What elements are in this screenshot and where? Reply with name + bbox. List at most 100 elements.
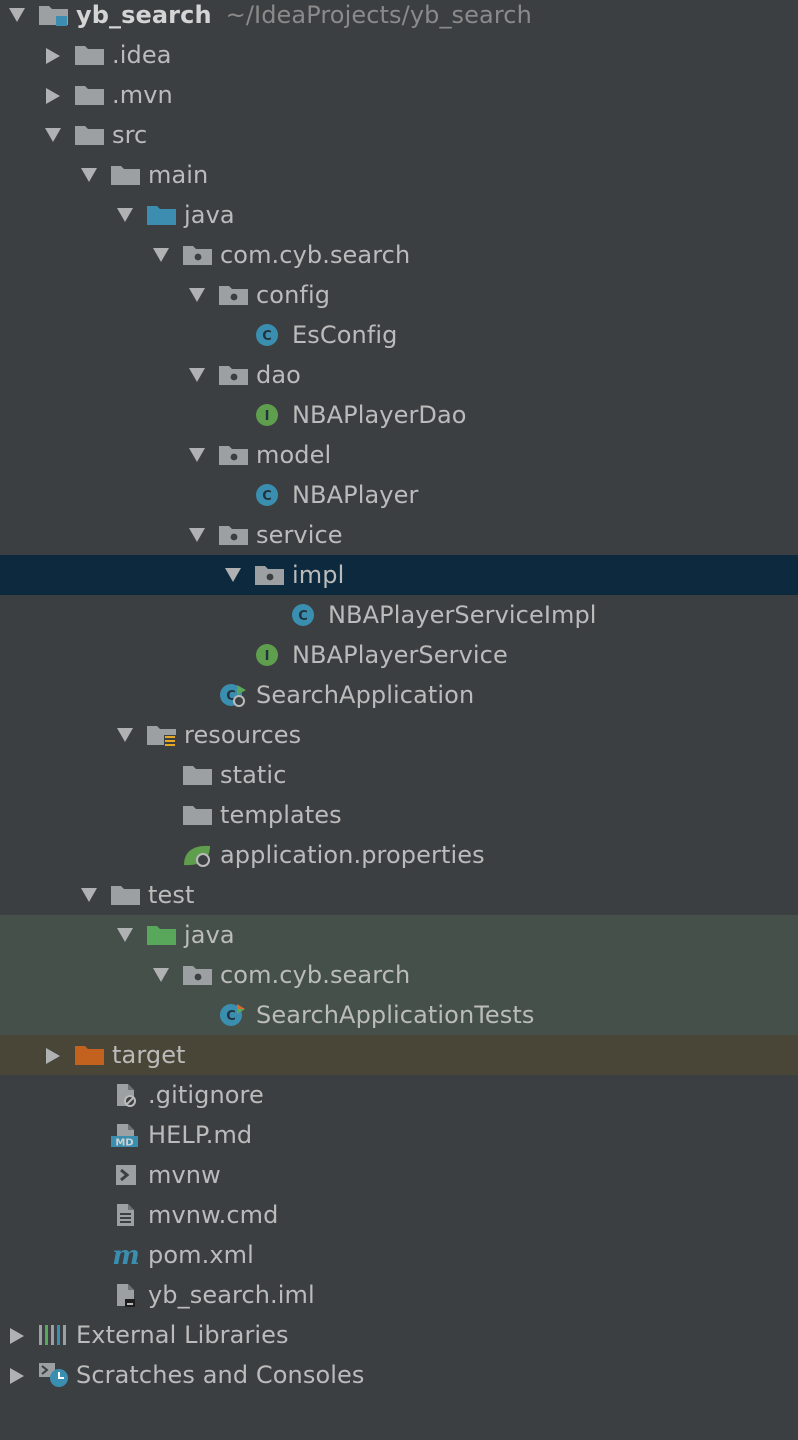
tree-row-mvnw-cmd[interactable]: mvnw.cmd: [0, 1195, 798, 1235]
tree-item-label: resources: [184, 715, 301, 755]
expanded-arrow-icon[interactable]: [112, 715, 136, 755]
tree-row-mvn[interactable]: .mvn: [0, 75, 798, 115]
tree-item-label: application.properties: [220, 835, 485, 875]
tree-row-scratches-and-consoles[interactable]: Scratches and Consoles: [0, 1355, 798, 1395]
collapsed-arrow-icon[interactable]: [4, 1355, 28, 1395]
collapsed-arrow-icon[interactable]: [40, 1035, 64, 1075]
tree-item-text: templates: [220, 801, 342, 829]
tree-row-idea[interactable]: .idea: [0, 35, 798, 75]
spring-properties-icon: [182, 843, 214, 867]
tree-item-label: src: [112, 115, 147, 155]
tree-row-yb-search[interactable]: yb_search ~/IdeaProjects/yb_search: [0, 0, 798, 35]
expanded-arrow-icon[interactable]: [184, 355, 208, 395]
expanded-arrow-icon[interactable]: [76, 155, 100, 195]
collapsed-arrow-icon[interactable]: [40, 75, 64, 115]
tree-item-text: NBAPlayerServiceImpl: [328, 601, 597, 629]
tree-item-text: yb_search: [76, 1, 212, 29]
tree-row-static[interactable]: static: [0, 755, 798, 795]
tree-row-target[interactable]: target: [0, 1035, 798, 1075]
tree-row-pom-xml[interactable]: m pom.xml: [0, 1235, 798, 1275]
tree-row-templates[interactable]: templates: [0, 795, 798, 835]
tree-item-label: com.cyb.search: [220, 235, 410, 275]
markdown-file-icon: MD: [110, 1123, 142, 1147]
tree-item-label: dao: [256, 355, 301, 395]
project-tree: yb_search ~/IdeaProjects/yb_search .idea .m…: [0, 0, 798, 1395]
tree-row-impl[interactable]: impl: [0, 555, 798, 595]
project-path-hint: ~/IdeaProjects/yb_search: [225, 1, 532, 29]
tree-row-yb-search-iml[interactable]: yb_search.iml: [0, 1275, 798, 1315]
tree-row-application-properties[interactable]: application.properties: [0, 835, 798, 875]
tree-row-com-cyb-search[interactable]: com.cyb.search: [0, 235, 798, 275]
tree-item-label: main: [148, 155, 208, 195]
tree-row-esconfig[interactable]: C EsConfig: [0, 315, 798, 355]
iml-file-icon: [110, 1283, 142, 1307]
tree-item-text: com.cyb.search: [220, 241, 411, 269]
tree-item-text: .idea: [112, 41, 172, 69]
tree-item-label: test: [148, 875, 195, 915]
tree-item-label: NBAPlayer: [292, 475, 418, 515]
tree-row-test[interactable]: test: [0, 875, 798, 915]
tree-row-nbaplayerdao[interactable]: I NBAPlayerDao: [0, 395, 798, 435]
tree-row-searchapplicationtests[interactable]: C SearchApplicationTests: [0, 995, 798, 1035]
package-icon: [218, 443, 250, 467]
interface-icon: I: [254, 403, 286, 427]
tree-item-text: com.cyb.search: [220, 961, 411, 989]
tree-row-service[interactable]: service: [0, 515, 798, 555]
svg-text:I: I: [265, 409, 270, 424]
expanded-arrow-icon[interactable]: [112, 915, 136, 955]
tree-row-resources[interactable]: resources: [0, 715, 798, 755]
tree-row-java[interactable]: java: [0, 195, 798, 235]
tree-row-mvnw[interactable]: mvnw: [0, 1155, 798, 1195]
tree-row-gitignore[interactable]: .gitignore: [0, 1075, 798, 1115]
expanded-arrow-icon[interactable]: [76, 875, 100, 915]
expanded-arrow-icon[interactable]: [40, 115, 64, 155]
tree-row-src[interactable]: src: [0, 115, 798, 155]
tree-row-external-libraries[interactable]: External Libraries: [0, 1315, 798, 1355]
tree-item-text: resources: [184, 721, 302, 749]
package-icon: [254, 563, 286, 587]
tree-row-searchapplication[interactable]: C SearchApplication: [0, 675, 798, 715]
tree-item-text: EsConfig: [292, 321, 398, 349]
tree-item-text: static: [220, 761, 287, 789]
tree-item-text: service: [256, 521, 343, 549]
tree-item-text: target: [112, 1041, 186, 1069]
tree-row-help-md[interactable]: MD HELP.md: [0, 1115, 798, 1155]
tree-item-text: dao: [256, 361, 301, 389]
collapsed-arrow-icon[interactable]: [4, 1315, 28, 1355]
tree-row-com-cyb-search[interactable]: com.cyb.search: [0, 955, 798, 995]
tree-item-text: Scratches and Consoles: [76, 1361, 365, 1389]
tree-item-text: application.properties: [220, 841, 485, 869]
tree-item-label: SearchApplication: [256, 675, 474, 715]
svg-text:I: I: [265, 649, 270, 664]
tree-item-label: java: [184, 915, 235, 955]
expanded-arrow-icon[interactable]: [148, 235, 172, 275]
collapsed-arrow-icon[interactable]: [40, 35, 64, 75]
excluded-folder-icon: [74, 1043, 106, 1067]
tree-item-text: java: [184, 201, 235, 229]
tree-item-label: .idea: [112, 35, 172, 75]
tree-row-main[interactable]: main: [0, 155, 798, 195]
tree-item-text: mvnw: [148, 1161, 221, 1189]
tree-item-text: .mvn: [112, 81, 173, 109]
tree-row-nbaplayerservice[interactable]: I NBAPlayerService: [0, 635, 798, 675]
expanded-arrow-icon[interactable]: [220, 555, 244, 595]
expanded-arrow-icon[interactable]: [184, 515, 208, 555]
tree-row-nbaplayerserviceimpl[interactable]: C NBAPlayerServiceImpl: [0, 595, 798, 635]
libraries-icon: [38, 1323, 70, 1347]
tree-item-text: yb_search.iml: [148, 1281, 315, 1309]
source-folder-icon: [146, 203, 178, 227]
expanded-arrow-icon[interactable]: [112, 195, 136, 235]
tree-row-config[interactable]: config: [0, 275, 798, 315]
tree-item-text: test: [148, 881, 195, 909]
test-class-icon: C: [218, 1003, 250, 1027]
scratches-icon: [38, 1363, 70, 1387]
expanded-arrow-icon[interactable]: [148, 955, 172, 995]
tree-row-model[interactable]: model: [0, 435, 798, 475]
tree-item-text: NBAPlayerDao: [292, 401, 467, 429]
tree-row-dao[interactable]: dao: [0, 355, 798, 395]
tree-row-java[interactable]: java: [0, 915, 798, 955]
tree-row-nbaplayer[interactable]: C NBAPlayer: [0, 475, 798, 515]
expanded-arrow-icon[interactable]: [184, 435, 208, 475]
expanded-arrow-icon[interactable]: [184, 275, 208, 315]
expanded-arrow-icon[interactable]: [4, 0, 28, 35]
